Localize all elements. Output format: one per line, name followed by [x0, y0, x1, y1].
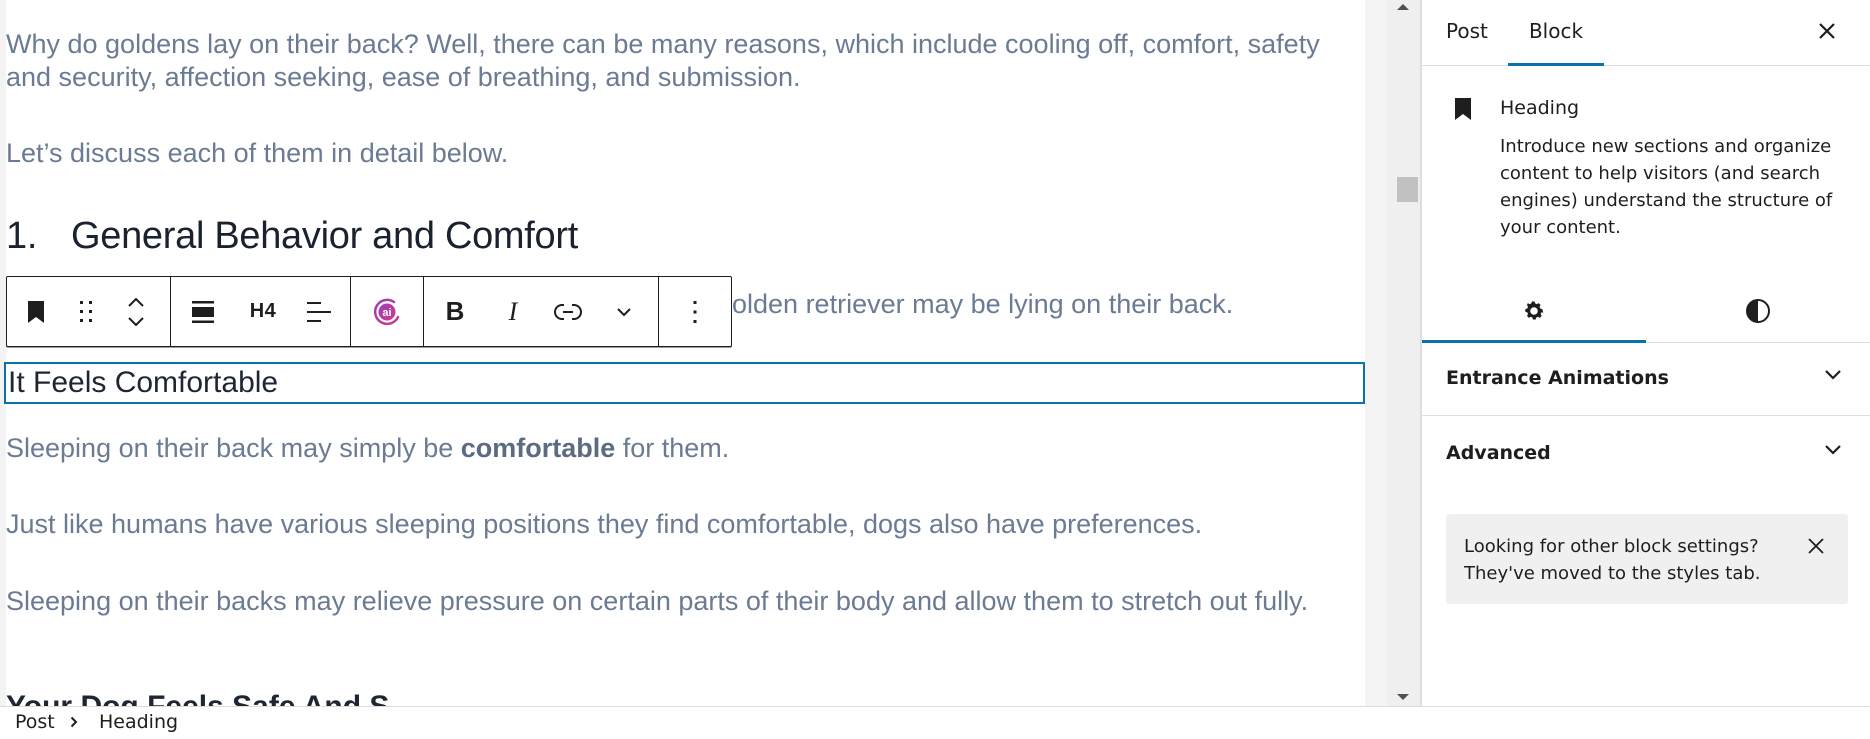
toolbar-group-heading: H4 [171, 277, 351, 346]
bookmark-icon [1455, 98, 1471, 120]
svg-text:ai: ai [382, 307, 391, 319]
text-segment: Sleeping on their back may simply be [6, 433, 461, 463]
align-icon [192, 300, 214, 323]
drag-handle-button[interactable] [63, 277, 109, 346]
toolbar-group-options [659, 277, 731, 346]
move-up-icon[interactable] [127, 297, 145, 307]
toolbar-group-block [7, 277, 171, 346]
inspector-tabs [1422, 280, 1870, 343]
bold-button[interactable]: B [424, 277, 486, 346]
selected-heading-block[interactable]: It Feels Comfortable [4, 362, 1365, 404]
ai-assistant-button[interactable]: ai [351, 277, 423, 346]
chevron-right-icon [70, 716, 78, 728]
half-circle-icon [1746, 299, 1770, 323]
text-segment: for them. [615, 433, 730, 463]
block-toolbar: H4 ai B I [6, 276, 732, 347]
heading-level-button[interactable]: H4 [235, 277, 291, 346]
scrollbar-thumb[interactable] [1397, 177, 1418, 202]
heading-partial[interactable]: Your Dog Feels Safe And S [6, 690, 389, 706]
paragraph-intro[interactable]: Why do goldens lay on their back? Well, … [6, 28, 1356, 94]
link-icon [554, 303, 582, 320]
breadcrumb-item-post[interactable]: Post [15, 707, 55, 737]
chevron-down-icon [1825, 445, 1841, 455]
move-down-icon[interactable] [127, 316, 145, 327]
scroll-down-arrow-icon[interactable] [1397, 694, 1409, 700]
panel-title: Entrance Animations [1446, 367, 1669, 389]
bold-label: B [445, 296, 465, 326]
selected-heading-text[interactable]: It Feels Comfortable [8, 366, 278, 400]
heading-general-behavior[interactable]: 1. General Behavior and Comfort [6, 212, 578, 260]
paragraph-comfortable[interactable]: Sleeping on their back may simply be com… [6, 432, 1356, 465]
panel-advanced[interactable]: Advanced [1422, 417, 1870, 490]
close-icon [1819, 23, 1835, 39]
scroll-up-arrow-icon[interactable] [1397, 4, 1409, 10]
tab-block[interactable]: Block [1508, 0, 1604, 66]
sidebar-header: Post Block [1422, 0, 1870, 66]
drag-handle-icon [80, 300, 92, 322]
heading-text: General Behavior and Comfort [71, 215, 578, 257]
breadcrumb-item-heading[interactable]: Heading [99, 707, 178, 737]
heading-level-label: H4 [249, 300, 277, 322]
align-button[interactable] [171, 277, 235, 346]
close-icon [1808, 538, 1824, 554]
paragraph-partially-hidden[interactable]: olden retriever may be lying on their ba… [732, 288, 1352, 321]
more-formatting-button[interactable] [596, 277, 652, 346]
move-buttons[interactable] [109, 277, 163, 346]
link-button[interactable] [540, 277, 596, 346]
panel-entrance-animations[interactable]: Entrance Animations [1422, 342, 1870, 416]
paragraph-humans[interactable]: Just like humans have various sleeping p… [6, 508, 1356, 541]
tab-post[interactable]: Post [1446, 0, 1488, 65]
canvas-gutter [1365, 0, 1387, 706]
breadcrumb: Post Heading [0, 706, 1870, 739]
chevron-down-icon [617, 307, 631, 316]
bold-text: comfortable [460, 433, 616, 463]
gear-icon [1525, 301, 1544, 320]
block-options-button[interactable] [659, 277, 731, 346]
canvas-scrollbar[interactable] [1387, 0, 1421, 706]
dismiss-notice-button[interactable] [1806, 536, 1826, 561]
ai-assistant-icon: ai [373, 298, 400, 325]
paragraph-discuss[interactable]: Let’s discuss each of them in detail bel… [6, 137, 1356, 170]
panel-title: Advanced [1446, 442, 1551, 464]
close-sidebar-button[interactable] [1814, 18, 1840, 44]
heading-number: 1. [6, 215, 38, 257]
text-align-button[interactable] [291, 277, 347, 346]
block-type-button[interactable] [9, 277, 63, 346]
italic-label: I [508, 296, 518, 326]
more-vertical-icon [693, 300, 697, 323]
block-card-description: Introduce new sections and organize cont… [1500, 136, 1833, 238]
notice-message: Looking for other block settings? They'v… [1464, 536, 1761, 584]
bookmark-icon [28, 300, 44, 323]
paragraph-pressure[interactable]: Sleeping on their backs may relieve pres… [6, 585, 1356, 618]
styles-moved-notice: Looking for other block settings? They'v… [1446, 514, 1848, 604]
toolbar-group-ai: ai [351, 277, 424, 346]
tab-styles[interactable] [1646, 280, 1870, 342]
italic-button[interactable]: I [486, 277, 540, 346]
settings-sidebar: Post Block Heading Introduce new section… [1421, 0, 1870, 706]
text-align-left-icon [307, 301, 331, 322]
toolbar-group-format: B I [424, 277, 659, 346]
tab-settings[interactable] [1422, 280, 1646, 343]
chevron-down-icon [1825, 370, 1841, 380]
block-card-title: Heading [1500, 97, 1580, 119]
editor-canvas: Why do goldens lay on their back? Well, … [0, 0, 1421, 706]
